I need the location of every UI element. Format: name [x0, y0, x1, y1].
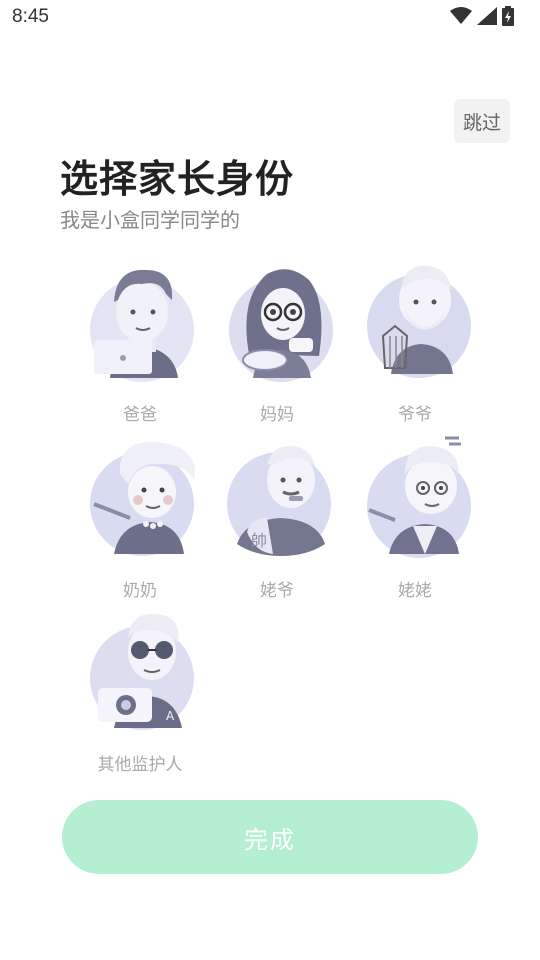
role-label: 姥爷	[260, 581, 294, 601]
father-avatar	[90, 269, 194, 382]
status-bar: 8:45	[0, 0, 540, 36]
role-item-maternal-grandmother[interactable]: 姥姥	[345, 434, 485, 601]
mother-avatar	[229, 269, 333, 382]
role-item-paternal-grandfather[interactable]: 爷爷	[345, 258, 485, 425]
role-label: 爸爸	[123, 405, 157, 425]
paternal-grandfather-avatar	[367, 265, 471, 378]
maternal-grandmother-avatar	[367, 436, 471, 558]
status-time: 8:45	[12, 6, 49, 27]
role-item-other-guardian[interactable]: A 其他监护人	[70, 608, 210, 775]
maternal-grandfather-avatar: 帥	[227, 445, 331, 556]
svg-text:A: A	[166, 709, 175, 723]
role-item-mother[interactable]: 妈妈	[207, 258, 347, 425]
battery-charging-icon	[502, 6, 514, 26]
role-label: 其他监护人	[97, 755, 183, 775]
other-guardian-avatar: A	[90, 613, 194, 730]
wifi-icon	[450, 7, 472, 25]
role-label: 爷爷	[398, 405, 432, 425]
paternal-grandmother-avatar	[90, 441, 195, 556]
cell-signal-icon	[477, 7, 497, 25]
role-label: 妈妈	[260, 405, 294, 425]
role-item-father[interactable]: 爸爸	[70, 258, 210, 425]
role-item-paternal-grandmother[interactable]: 奶奶	[70, 434, 210, 601]
page-title: 选择家长身份	[60, 157, 295, 201]
status-icons	[450, 6, 514, 26]
skip-button[interactable]: 跳过	[454, 99, 510, 143]
svg-text:帥: 帥	[251, 531, 267, 550]
done-button[interactable]: 完成	[62, 800, 478, 874]
page-subtitle: 我是小盒同学同学的	[60, 208, 240, 232]
role-label: 姥姥	[398, 581, 432, 601]
role-item-maternal-grandfather[interactable]: 帥 姥爷	[207, 434, 347, 601]
role-label: 奶奶	[123, 581, 157, 601]
